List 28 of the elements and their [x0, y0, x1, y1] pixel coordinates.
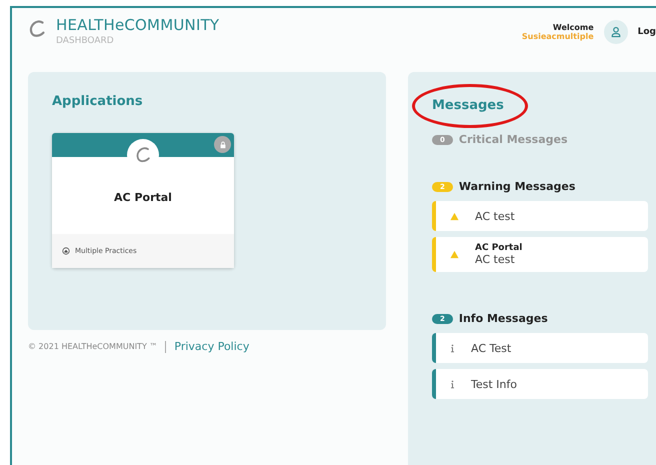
warning-icon [450, 250, 459, 259]
copyright-text: © 2021 HEALTHeCOMMUNITY ™ [28, 342, 158, 351]
group-label: Info Messages [458, 312, 548, 325]
logout-link[interactable]: Log [638, 27, 656, 37]
message-item[interactable]: Test Info [432, 369, 648, 399]
message-title: AC Portal [475, 243, 522, 253]
info-icon [450, 344, 455, 352]
section-title: Messages [432, 98, 504, 113]
username: Susieacmultiple [522, 32, 594, 41]
app-name: AC Portal [113, 191, 173, 204]
message-item[interactable]: AC Test [432, 333, 648, 363]
message-item[interactable]: AC Portal AC test [432, 237, 648, 272]
welcome-label: Welcome [552, 23, 594, 32]
message-text: AC test [475, 253, 516, 266]
section-title: Applications [52, 94, 144, 109]
page-subtitle: DASHBOARD [56, 36, 115, 46]
group-label: Warning Messages [458, 180, 576, 193]
practice-icon [62, 247, 70, 255]
brand-name: HEALTHeCOMMUNITY [56, 16, 220, 34]
privacy-policy-link[interactable]: Privacy Policy [174, 340, 250, 353]
message-text: AC Test [471, 342, 512, 354]
group-label: Critical Messages [458, 133, 568, 146]
message-text: AC test [475, 210, 515, 222]
message-item[interactable]: AC test [432, 201, 648, 231]
message-text: Test Info [471, 378, 517, 390]
warning-icon [450, 212, 459, 220]
avatar-icon[interactable] [604, 20, 628, 44]
info-icon [450, 380, 455, 388]
